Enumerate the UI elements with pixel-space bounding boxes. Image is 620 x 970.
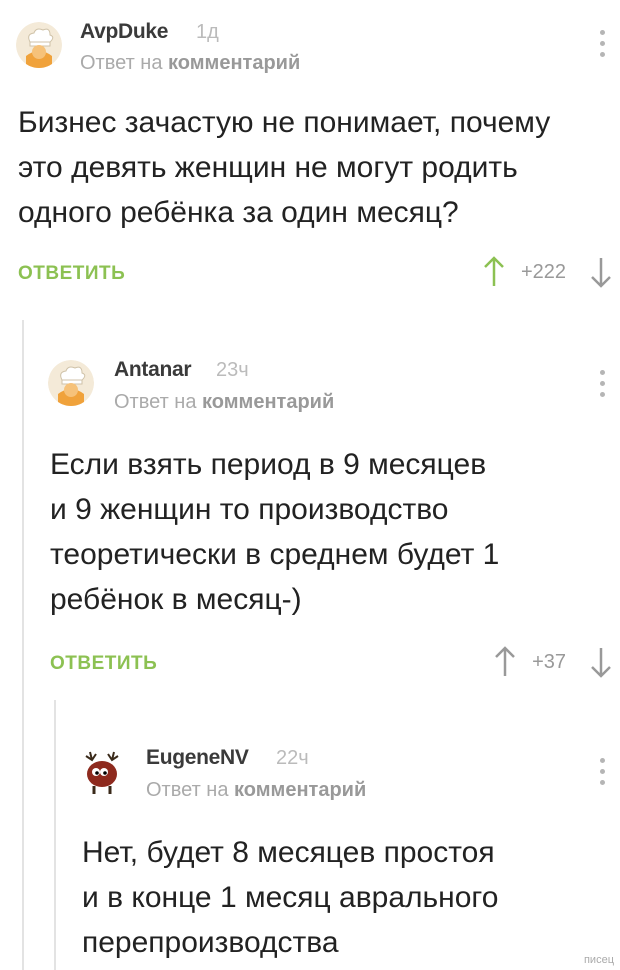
vote-controls: +222 bbox=[481, 252, 614, 292]
vote-score: +222 bbox=[520, 260, 566, 283]
comment-author[interactable]: AvpDuke bbox=[80, 20, 168, 44]
more-options-icon[interactable] bbox=[598, 758, 606, 788]
reply-prefix: Ответ на bbox=[80, 52, 163, 74]
reply-target-link[interactable]: комментарий bbox=[202, 391, 334, 413]
upvote-arrow-icon[interactable] bbox=[492, 645, 518, 679]
thread-indent-line bbox=[22, 700, 24, 970]
chef-avatar-icon[interactable] bbox=[48, 360, 94, 406]
comment-text-line: и в конце 1 месяц аврального bbox=[82, 881, 499, 914]
chef-avatar-icon[interactable] bbox=[16, 22, 62, 68]
comment-time: 1д bbox=[196, 21, 219, 43]
thread-indent-line bbox=[22, 320, 24, 700]
comment-body: Нет, будет 8 месяцев простоя и в конце 1… bbox=[82, 830, 498, 965]
comment-text-line: ребёнок в месяц-) bbox=[50, 583, 302, 616]
comment-text-line: одного ребёнка за один месяц? bbox=[18, 196, 459, 229]
downvote-arrow-icon[interactable] bbox=[588, 645, 614, 679]
comment-text-line: Нет, будет 8 месяцев простоя bbox=[82, 836, 495, 869]
reply-target-link[interactable]: комментарий bbox=[234, 779, 366, 801]
reply-to-line: Ответ на комментарий bbox=[114, 391, 334, 414]
vote-controls: +37 bbox=[492, 642, 614, 682]
reply-prefix: Ответ на bbox=[114, 391, 197, 413]
thread-indent-line bbox=[54, 700, 56, 970]
comment-avpduke: AvpDuke 1д Ответ на комментарий Бизнес з… bbox=[0, 0, 620, 320]
comment-text-line: перепроизводства bbox=[82, 926, 339, 959]
reply-to-line: Ответ на комментарий bbox=[146, 779, 366, 802]
comment-body: Бизнес зачастую не понимает, почему это … bbox=[18, 100, 550, 235]
reply-button[interactable]: ОТВЕТИТЬ bbox=[50, 653, 157, 675]
reindeer-avatar-icon[interactable] bbox=[80, 748, 126, 794]
comment-time: 22ч bbox=[276, 747, 309, 769]
comment-eugenenv: EugeneNV 22ч Ответ на комментарий Нет, б… bbox=[0, 700, 620, 970]
downvote-arrow-icon[interactable] bbox=[588, 255, 614, 289]
upvote-arrow-icon[interactable] bbox=[481, 255, 507, 289]
reply-prefix: Ответ на bbox=[146, 779, 229, 801]
comment-text-line: Бизнес зачастую не понимает, почему bbox=[18, 106, 551, 139]
comment-body: Если взять период в 9 месяцев и 9 женщин… bbox=[50, 442, 499, 622]
reply-target-link[interactable]: комментарий bbox=[168, 52, 300, 74]
watermark: писец bbox=[583, 954, 614, 966]
comment-antanar: Antanar 23ч Ответ на комментарий Если вз… bbox=[0, 320, 620, 700]
vote-score: +37 bbox=[532, 650, 566, 673]
comment-author[interactable]: EugeneNV bbox=[146, 746, 249, 770]
more-options-icon[interactable] bbox=[598, 370, 606, 400]
reply-button[interactable]: ОТВЕТИТЬ bbox=[18, 263, 125, 285]
comment-text-line: это девять женщин не могут родить bbox=[18, 151, 518, 184]
comment-text-line: и 9 женщин то производство bbox=[50, 493, 449, 526]
more-options-icon[interactable] bbox=[598, 30, 606, 60]
comment-text-line: теоретически в среднем будет 1 bbox=[50, 538, 500, 571]
reply-to-line: Ответ на комментарий bbox=[80, 52, 300, 75]
comment-time: 23ч bbox=[216, 359, 249, 381]
comment-text-line: Если взять период в 9 месяцев bbox=[50, 448, 487, 481]
comment-author[interactable]: Antanar bbox=[114, 358, 192, 382]
